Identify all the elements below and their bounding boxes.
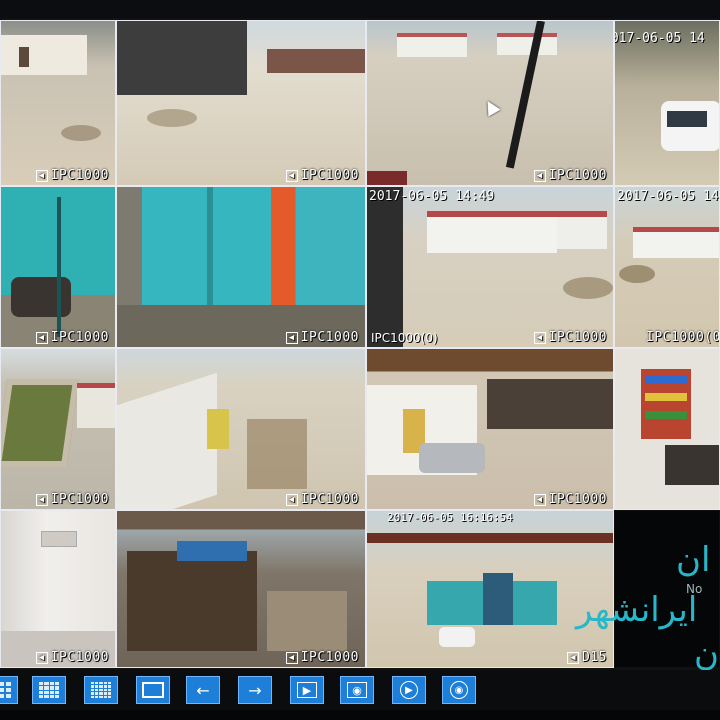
overlay-text-line3: ن	[694, 634, 719, 674]
camera-label: ◀ IPC1000	[533, 168, 607, 183]
camera-label: ◀ IPC1000	[35, 330, 109, 345]
camera-tile-5[interactable]: ◀ IPC1000	[0, 186, 116, 348]
camera-label: ◀ IPC1000	[533, 330, 607, 345]
overlay-text-line1: ان	[676, 540, 711, 580]
fullscreen-icon[interactable]	[136, 676, 170, 704]
camera-tile-6[interactable]: ◀ IPC1000	[116, 186, 366, 348]
camera-label: ◀ IPC1000	[35, 650, 109, 665]
camera-timestamp: 2017-06-05 14:49	[369, 189, 495, 204]
camera-tile-9[interactable]: ◀ IPC1000	[0, 348, 116, 510]
camera-tile-4[interactable]: 2017-06-05 14	[614, 20, 720, 186]
camera-timestamp: 2017-06-05 14	[617, 189, 719, 204]
camera-tile-12[interactable]	[614, 348, 720, 510]
camera-label: ◀ D15	[567, 650, 607, 665]
monitor-bezel	[0, 710, 720, 720]
camera-grid: ◀IPC1000 ◀IPC1000 ◀IPC1000 2017-06-05 14…	[0, 18, 720, 674]
record-icon[interactable]: ◉	[340, 676, 374, 704]
stop-icon[interactable]: ◉	[442, 676, 476, 704]
camera-channel-label: IPC1000(0)	[371, 331, 438, 345]
camera-label: ◀ IPC1000	[35, 168, 109, 183]
camera-tile-13[interactable]: ◀ IPC1000	[0, 510, 116, 668]
camera-label: ◀ IPC1000	[285, 330, 359, 345]
camera-label: ◀ IPC1000	[533, 492, 607, 507]
camera-tile-10[interactable]: ◀ IPC1000	[116, 348, 366, 510]
camera-label: IPC1000(0	[646, 330, 720, 345]
layout-25-icon[interactable]	[84, 676, 118, 704]
camera-label: ◀ IPC1000	[285, 650, 359, 665]
camera-label: ◀ IPC1000	[35, 492, 109, 507]
layout-9-icon[interactable]	[0, 676, 18, 704]
overlay-text-line2: ایرانشهر	[576, 590, 698, 630]
camera-tile-8[interactable]: 2017-06-05 14 IPC1000(0	[614, 186, 720, 348]
camera-label: ◀ IPC1000	[285, 168, 359, 183]
toolbar: ← → ▶ ◉ ▶ ◉	[0, 670, 720, 710]
camera-tile-11[interactable]: ◀ IPC1000	[366, 348, 614, 510]
layout-16-icon[interactable]	[32, 676, 66, 704]
arrow-left-icon[interactable]: ←	[186, 676, 220, 704]
camera-tile-2[interactable]: ◀ IPC1000	[116, 20, 366, 186]
camera-label: ◀ IPC1000	[285, 492, 359, 507]
camera-tile-14[interactable]: ◀ IPC1000	[116, 510, 366, 668]
camera-timestamp: 2017-06-05 16:16:54	[387, 511, 513, 524]
play-icon[interactable]: ▶	[290, 676, 324, 704]
arrow-right-icon[interactable]: →	[238, 676, 272, 704]
camera-timestamp: 2017-06-05 14	[615, 31, 705, 46]
camera-tile-7[interactable]: 2017-06-05 14:49 IPC1000(0) ◀ IPC1000	[366, 186, 614, 348]
camera-tile-1[interactable]: ◀ IPC1000	[0, 20, 116, 186]
camera-tile-15[interactable]: 2017-06-05 16:16:54 ◀ D15	[366, 510, 614, 668]
overlay-small-text: No	[686, 582, 703, 596]
playback-icon[interactable]: ▶	[392, 676, 426, 704]
